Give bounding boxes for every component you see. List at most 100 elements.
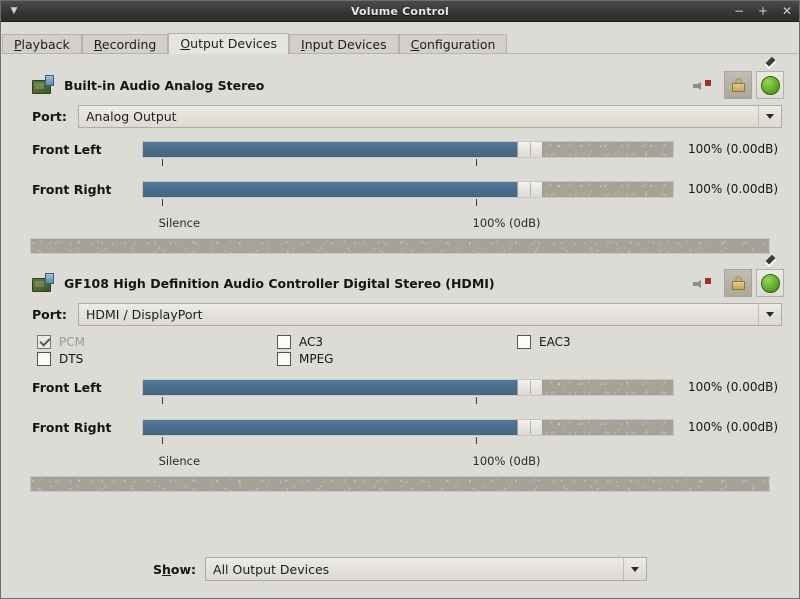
codec-label: EAC3 xyxy=(539,335,571,349)
port-label: Port: xyxy=(32,307,67,322)
chevron-down-icon[interactable] xyxy=(758,106,781,127)
slider-ticks xyxy=(142,199,674,218)
speaker-muted-icon xyxy=(692,274,714,292)
tab-strip: Playback Recording Output Devices Input Dev… xyxy=(2,28,798,54)
tick-label: 100% (0dB) xyxy=(472,454,541,468)
tick-label: Silence xyxy=(158,216,201,230)
audio-card-icon xyxy=(32,75,54,95)
window-controls: − + ✕ xyxy=(733,1,793,21)
tab-output-devices[interactable]: Output Devices xyxy=(168,33,289,54)
tick-label: 100% (0dB) xyxy=(472,216,541,230)
codec-item-mpeg[interactable]: MPEG xyxy=(277,352,517,366)
peak-level-meter xyxy=(30,476,770,492)
tick-label: Silence xyxy=(158,454,201,468)
port-label: Port: xyxy=(32,109,67,124)
codec-label: AC3 xyxy=(299,335,324,349)
codec-item-dts[interactable]: DTS xyxy=(37,352,277,366)
tick-mark xyxy=(475,159,477,166)
channel-value: 100% (0.00dB) xyxy=(688,142,779,156)
minimize-button[interactable]: − xyxy=(733,5,745,17)
device-header: GF108 High Definition Audio Controller D… xyxy=(16,254,784,298)
slider-fill xyxy=(143,379,530,395)
slider-handle[interactable] xyxy=(516,379,543,395)
slider-handle[interactable] xyxy=(516,419,543,435)
volume-control-window: ▼ Volume Control − + ✕ Playback Recording… xyxy=(0,0,800,599)
slider-handle[interactable] xyxy=(516,141,543,157)
device-name: GF108 High Definition Audio Controller D… xyxy=(64,275,495,291)
device-actions xyxy=(692,56,784,99)
window-menu-icon[interactable]: ▼ xyxy=(1,1,27,21)
maximize-button[interactable]: + xyxy=(757,5,769,17)
codec-label: PCM xyxy=(59,335,85,349)
lock-channels-icon xyxy=(731,276,745,290)
device-actions xyxy=(692,254,784,297)
channel-sliders: Front Left 100% (0.00dB) Front Right 100% (… xyxy=(16,138,784,234)
volume-slider-front-left[interactable] xyxy=(142,378,674,396)
tab-playback[interactable]: Playback xyxy=(2,34,82,53)
channel-row: Front Right 100% (0.00dB) xyxy=(32,178,782,200)
tick-mark xyxy=(475,397,477,404)
chevron-down-icon[interactable] xyxy=(758,304,781,325)
slider-tick-labels: Silence 100% (0dB) xyxy=(142,216,674,234)
set-default-device-button[interactable] xyxy=(756,56,784,99)
slider-ticks xyxy=(142,159,674,178)
close-button[interactable]: ✕ xyxy=(781,5,793,17)
port-combobox[interactable]: Analog Output xyxy=(78,105,782,128)
checkbox-ac3[interactable] xyxy=(277,335,291,349)
tab-recording[interactable]: Recording xyxy=(81,34,169,53)
volume-slider-front-right[interactable] xyxy=(142,418,674,436)
device-section: Built-in Audio Analog Stereo Port: Analog … xyxy=(2,56,798,254)
volume-slider-front-left[interactable] xyxy=(142,140,674,158)
checkbox-mpeg[interactable] xyxy=(277,352,291,366)
channel-label: Front Right xyxy=(32,181,112,197)
channel-row: Front Right 100% (0.00dB) xyxy=(32,416,782,438)
codec-label: DTS xyxy=(59,352,84,366)
tab-input-devices[interactable]: Input Devices xyxy=(289,34,399,53)
port-combobox[interactable]: HDMI / DisplayPort xyxy=(78,303,782,326)
checkbox-pcm[interactable] xyxy=(37,335,51,349)
show-filter-value: All Output Devices xyxy=(213,561,330,577)
speaker-muted-icon xyxy=(692,76,714,94)
default-device-check-icon xyxy=(760,254,780,293)
slider-ticks xyxy=(142,437,674,456)
lock-channels-icon xyxy=(731,78,745,92)
channel-value: 100% (0.00dB) xyxy=(688,182,779,196)
lock-channels-button[interactable] xyxy=(724,269,752,297)
checkbox-dts[interactable] xyxy=(37,352,51,366)
slider-handle[interactable] xyxy=(516,181,543,197)
show-label: Show: xyxy=(152,561,197,577)
chevron-down-icon[interactable] xyxy=(623,558,646,580)
port-value: HDMI / DisplayPort xyxy=(86,307,203,322)
codec-item-eac3[interactable]: EAC3 xyxy=(517,335,784,349)
device-list: Built-in Audio Analog Stereo Port: Analog … xyxy=(2,56,798,492)
tab-configuration[interactable]: Configuration xyxy=(398,34,508,53)
channel-row: Front Left 100% (0.00dB) xyxy=(32,138,782,160)
channel-row: Front Left 100% (0.00dB) xyxy=(32,376,782,398)
port-row: Port: HDMI / DisplayPort xyxy=(16,303,784,326)
tick-mark xyxy=(161,397,163,404)
title-bar: ▼ Volume Control − + ✕ xyxy=(1,1,799,22)
show-filter-row: Show: All Output Devices xyxy=(2,557,798,581)
lock-channels-button[interactable] xyxy=(724,71,752,99)
codec-label: MPEG xyxy=(299,352,334,366)
codec-item-ac3[interactable]: AC3 xyxy=(277,335,517,349)
audio-card-icon xyxy=(32,273,54,293)
slider-fill xyxy=(143,141,530,157)
slider-ticks xyxy=(142,397,674,416)
tick-mark xyxy=(161,199,163,206)
set-default-device-button[interactable] xyxy=(756,254,784,297)
tab-strip-container: Playback Recording Output Devices Input Dev… xyxy=(1,22,799,54)
volume-slider-front-right[interactable] xyxy=(142,180,674,198)
default-device-check-icon xyxy=(760,56,780,95)
codec-item-pcm[interactable]: PCM xyxy=(37,335,277,349)
checkbox-eac3[interactable] xyxy=(517,335,531,349)
slider-tick-labels: Silence 100% (0dB) xyxy=(142,454,674,472)
device-header: Built-in Audio Analog Stereo xyxy=(16,56,784,100)
channel-sliders: Front Left 100% (0.00dB) Front Right 100% (… xyxy=(16,376,784,472)
show-filter-combobox[interactable]: All Output Devices xyxy=(205,557,648,581)
channel-label: Front Right xyxy=(32,419,112,435)
slider-fill xyxy=(143,181,530,197)
port-value: Analog Output xyxy=(86,109,177,124)
device-name: Built-in Audio Analog Stereo xyxy=(64,77,265,93)
device-section: GF108 High Definition Audio Controller D… xyxy=(2,254,798,492)
